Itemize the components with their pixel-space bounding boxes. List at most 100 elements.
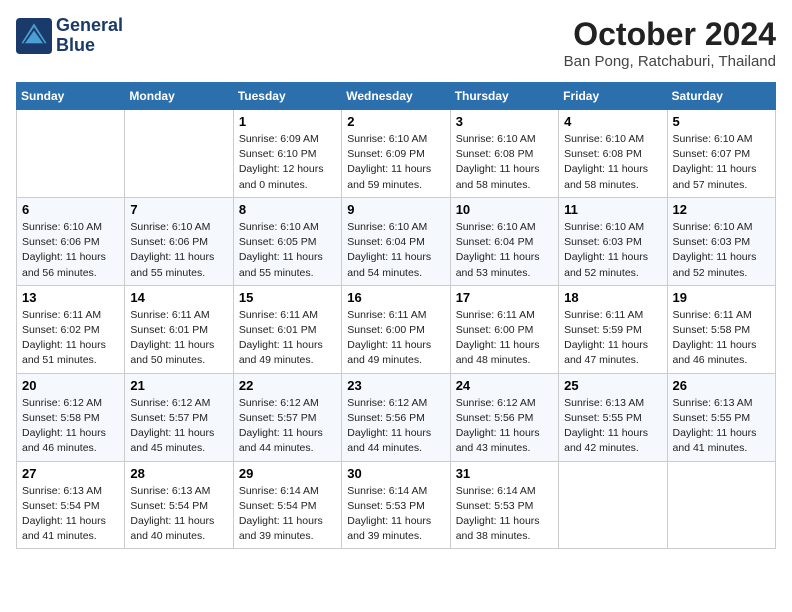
sunrise-line: Sunrise: 6:13 AM — [564, 396, 661, 411]
month-title: October 2024 — [564, 16, 776, 53]
logo-text-line1: General — [56, 16, 123, 36]
calendar-cell: 28Sunrise: 6:13 AMSunset: 5:54 PMDayligh… — [125, 461, 233, 549]
daylight-line: Daylight: 11 hours — [673, 250, 770, 265]
cell-content: Sunrise: 6:09 AMSunset: 6:10 PMDaylight:… — [239, 132, 336, 193]
day-number: 18 — [564, 290, 661, 305]
sunset-line: Sunset: 5:56 PM — [347, 411, 444, 426]
cell-content: Sunrise: 6:11 AMSunset: 5:59 PMDaylight:… — [564, 308, 661, 369]
sunrise-line: Sunrise: 6:11 AM — [130, 308, 227, 323]
cell-content: Sunrise: 6:10 AMSunset: 6:08 PMDaylight:… — [564, 132, 661, 193]
daylight-line: Daylight: 11 hours — [22, 514, 119, 529]
daylight-line: Daylight: 11 hours — [130, 338, 227, 353]
calendar-cell — [125, 110, 233, 198]
daylight-line: Daylight: 11 hours — [239, 426, 336, 441]
daylight-line: Daylight: 11 hours — [564, 250, 661, 265]
calendar-cell: 5Sunrise: 6:10 AMSunset: 6:07 PMDaylight… — [667, 110, 775, 198]
sunset-line: Sunset: 6:03 PM — [673, 235, 770, 250]
day-number: 4 — [564, 114, 661, 129]
sunset-line: Sunset: 6:02 PM — [22, 323, 119, 338]
sunset-line: Sunset: 5:55 PM — [673, 411, 770, 426]
cell-content: Sunrise: 6:14 AMSunset: 5:54 PMDaylight:… — [239, 484, 336, 545]
calendar-cell: 8Sunrise: 6:10 AMSunset: 6:05 PMDaylight… — [233, 197, 341, 285]
daylight-line: Daylight: 11 hours — [564, 338, 661, 353]
calendar-cell: 19Sunrise: 6:11 AMSunset: 5:58 PMDayligh… — [667, 285, 775, 373]
daylight-minutes-line: and 40 minutes. — [130, 529, 227, 544]
sunset-line: Sunset: 6:03 PM — [564, 235, 661, 250]
daylight-minutes-line: and 59 minutes. — [347, 178, 444, 193]
daylight-line: Daylight: 11 hours — [347, 514, 444, 529]
calendar-cell: 1Sunrise: 6:09 AMSunset: 6:10 PMDaylight… — [233, 110, 341, 198]
sunset-line: Sunset: 6:08 PM — [456, 147, 553, 162]
daylight-line: Daylight: 11 hours — [456, 250, 553, 265]
page-header: General Blue October 2024 Ban Pong, Ratc… — [16, 16, 776, 70]
sunrise-line: Sunrise: 6:12 AM — [130, 396, 227, 411]
sunrise-line: Sunrise: 6:09 AM — [239, 132, 336, 147]
calendar-cell: 6Sunrise: 6:10 AMSunset: 6:06 PMDaylight… — [17, 197, 125, 285]
calendar-cell — [559, 461, 667, 549]
day-number: 20 — [22, 378, 119, 393]
sunset-line: Sunset: 5:58 PM — [22, 411, 119, 426]
daylight-line: Daylight: 11 hours — [22, 338, 119, 353]
daylight-line: Daylight: 11 hours — [564, 426, 661, 441]
cell-content: Sunrise: 6:11 AMSunset: 6:00 PMDaylight:… — [347, 308, 444, 369]
daylight-minutes-line: and 55 minutes. — [130, 266, 227, 281]
cell-content: Sunrise: 6:13 AMSunset: 5:54 PMDaylight:… — [22, 484, 119, 545]
location-subtitle: Ban Pong, Ratchaburi, Thailand — [564, 53, 776, 70]
calendar-cell: 24Sunrise: 6:12 AMSunset: 5:56 PMDayligh… — [450, 373, 558, 461]
sunset-line: Sunset: 6:00 PM — [456, 323, 553, 338]
cell-content: Sunrise: 6:10 AMSunset: 6:06 PMDaylight:… — [22, 220, 119, 281]
sunset-line: Sunset: 6:07 PM — [673, 147, 770, 162]
day-header-friday: Friday — [559, 83, 667, 110]
daylight-line: Daylight: 11 hours — [239, 250, 336, 265]
day-number: 9 — [347, 202, 444, 217]
calendar-cell: 11Sunrise: 6:10 AMSunset: 6:03 PMDayligh… — [559, 197, 667, 285]
daylight-line: Daylight: 11 hours — [239, 514, 336, 529]
daylight-minutes-line: and 51 minutes. — [22, 353, 119, 368]
daylight-line: Daylight: 11 hours — [564, 162, 661, 177]
daylight-minutes-line: and 57 minutes. — [673, 178, 770, 193]
daylight-minutes-line: and 44 minutes. — [239, 441, 336, 456]
cell-content: Sunrise: 6:11 AMSunset: 6:01 PMDaylight:… — [130, 308, 227, 369]
daylight-minutes-line: and 58 minutes. — [456, 178, 553, 193]
sunrise-line: Sunrise: 6:11 AM — [347, 308, 444, 323]
sunrise-line: Sunrise: 6:13 AM — [130, 484, 227, 499]
cell-content: Sunrise: 6:10 AMSunset: 6:08 PMDaylight:… — [456, 132, 553, 193]
day-number: 3 — [456, 114, 553, 129]
sunset-line: Sunset: 6:08 PM — [564, 147, 661, 162]
daylight-minutes-line: and 44 minutes. — [347, 441, 444, 456]
cell-content: Sunrise: 6:10 AMSunset: 6:03 PMDaylight:… — [673, 220, 770, 281]
sunrise-line: Sunrise: 6:10 AM — [22, 220, 119, 235]
sunrise-line: Sunrise: 6:14 AM — [347, 484, 444, 499]
sunrise-line: Sunrise: 6:10 AM — [239, 220, 336, 235]
calendar-cell: 30Sunrise: 6:14 AMSunset: 5:53 PMDayligh… — [342, 461, 450, 549]
daylight-line: Daylight: 11 hours — [456, 338, 553, 353]
sunset-line: Sunset: 6:01 PM — [130, 323, 227, 338]
day-header-wednesday: Wednesday — [342, 83, 450, 110]
day-number: 25 — [564, 378, 661, 393]
calendar-cell: 9Sunrise: 6:10 AMSunset: 6:04 PMDaylight… — [342, 197, 450, 285]
week-row-5: 27Sunrise: 6:13 AMSunset: 5:54 PMDayligh… — [17, 461, 776, 549]
daylight-line: Daylight: 11 hours — [673, 426, 770, 441]
sunrise-line: Sunrise: 6:11 AM — [564, 308, 661, 323]
sunset-line: Sunset: 5:53 PM — [347, 499, 444, 514]
calendar-cell: 25Sunrise: 6:13 AMSunset: 5:55 PMDayligh… — [559, 373, 667, 461]
cell-content: Sunrise: 6:11 AMSunset: 6:00 PMDaylight:… — [456, 308, 553, 369]
cell-content: Sunrise: 6:12 AMSunset: 5:58 PMDaylight:… — [22, 396, 119, 457]
cell-content: Sunrise: 6:10 AMSunset: 6:03 PMDaylight:… — [564, 220, 661, 281]
cell-content: Sunrise: 6:14 AMSunset: 5:53 PMDaylight:… — [347, 484, 444, 545]
daylight-minutes-line: and 42 minutes. — [564, 441, 661, 456]
day-number: 23 — [347, 378, 444, 393]
sunset-line: Sunset: 5:57 PM — [239, 411, 336, 426]
daylight-minutes-line: and 46 minutes. — [673, 353, 770, 368]
daylight-minutes-line: and 58 minutes. — [564, 178, 661, 193]
sunrise-line: Sunrise: 6:10 AM — [673, 132, 770, 147]
cell-content: Sunrise: 6:12 AMSunset: 5:56 PMDaylight:… — [456, 396, 553, 457]
calendar-cell: 15Sunrise: 6:11 AMSunset: 6:01 PMDayligh… — [233, 285, 341, 373]
sunset-line: Sunset: 5:54 PM — [130, 499, 227, 514]
sunrise-line: Sunrise: 6:11 AM — [239, 308, 336, 323]
daylight-line: Daylight: 11 hours — [347, 250, 444, 265]
daylight-minutes-line: and 45 minutes. — [130, 441, 227, 456]
daylight-minutes-line: and 38 minutes. — [456, 529, 553, 544]
calendar-cell: 26Sunrise: 6:13 AMSunset: 5:55 PMDayligh… — [667, 373, 775, 461]
calendar-cell — [667, 461, 775, 549]
